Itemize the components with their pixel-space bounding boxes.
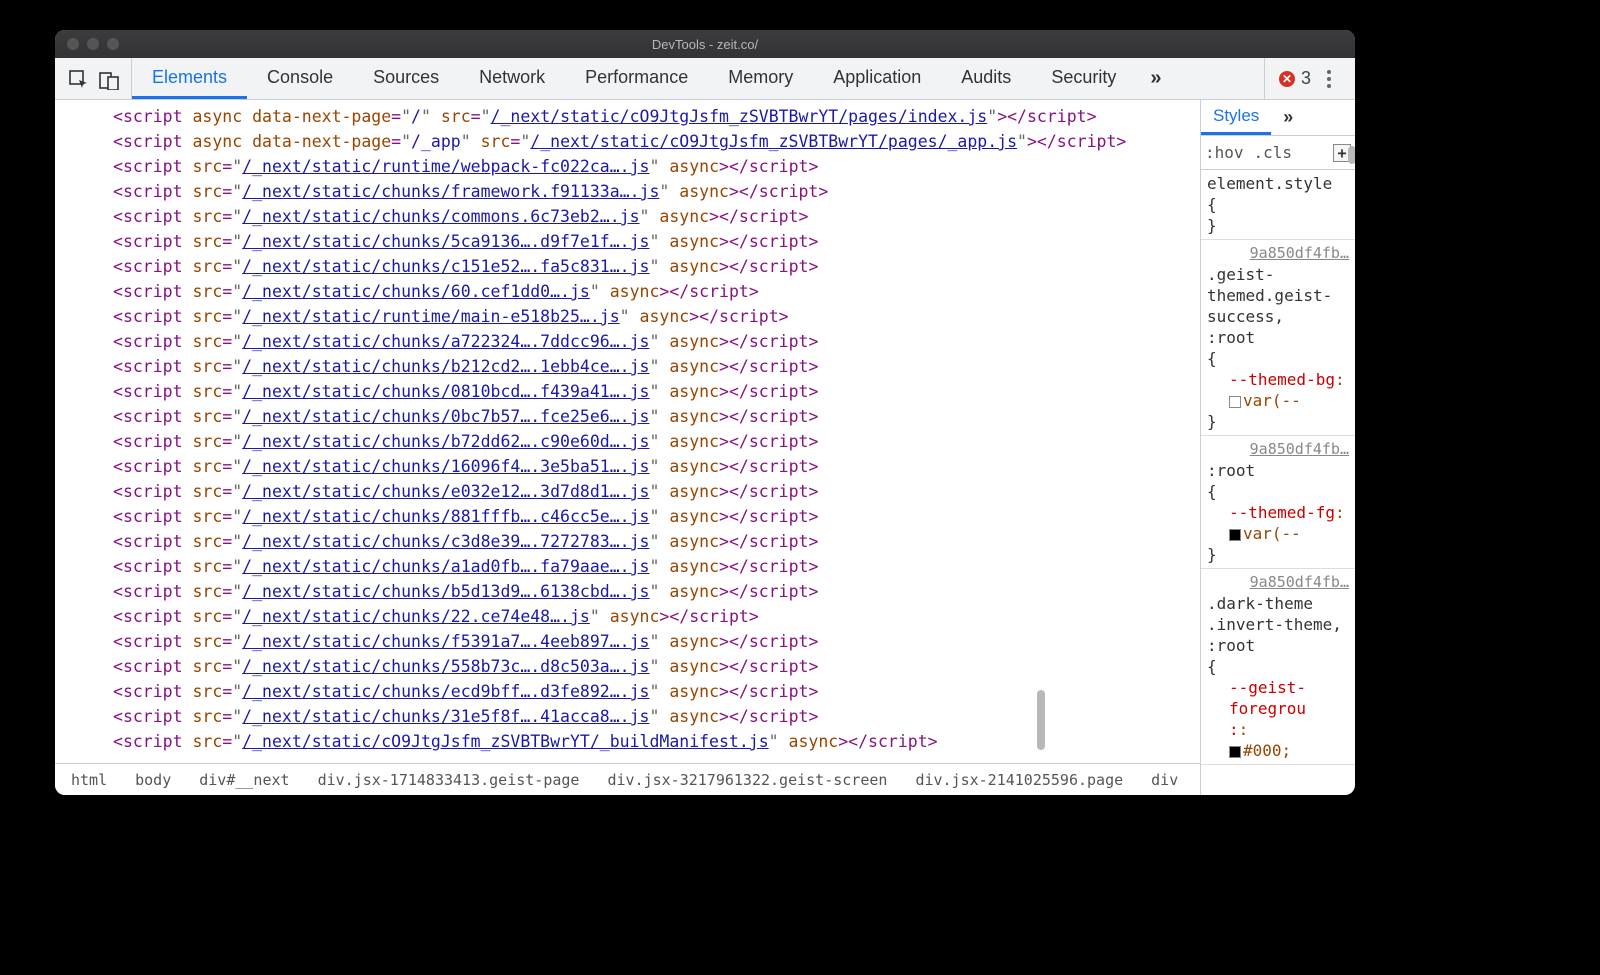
dom-node[interactable]: <script src="/_next/static/chunks/c151e5… — [63, 254, 1200, 279]
elements-panel: <script async data-next-page="/" src="/_… — [55, 100, 1200, 795]
tabs-overflow-icon[interactable]: » — [1136, 58, 1175, 99]
dom-node[interactable]: <script src="/_next/static/chunks/5ca913… — [63, 229, 1200, 254]
device-toolbar-icon[interactable] — [99, 70, 117, 88]
dom-node[interactable]: <script src="/_next/static/chunks/60.cef… — [63, 279, 1200, 304]
close-icon[interactable] — [67, 38, 79, 50]
dom-node[interactable]: <script src="/_next/static/chunks/b5d13d… — [63, 579, 1200, 604]
dom-node[interactable]: <script src="/_next/static/chunks/16096f… — [63, 454, 1200, 479]
scrollbar-thumb[interactable] — [1037, 690, 1045, 750]
minimize-icon[interactable] — [87, 38, 99, 50]
dom-node[interactable]: <script src="/_next/static/chunks/0810bc… — [63, 379, 1200, 404]
panel-tab-network[interactable]: Network — [459, 58, 565, 99]
dom-node[interactable]: <script src="/_next/static/chunks/b212cd… — [63, 354, 1200, 379]
window-titlebar: DevTools - zeit.co/ — [55, 30, 1355, 58]
breadcrumb-item[interactable]: div — [1137, 767, 1192, 793]
window-title: DevTools - zeit.co/ — [55, 37, 1355, 52]
stylesheet-source-link[interactable]: 9a850df4fb… — [1207, 439, 1349, 460]
dom-node[interactable]: <script src="/_next/static/runtime/webpa… — [63, 154, 1200, 179]
dom-node[interactable]: <script src="/_next/static/chunks/c3d8e3… — [63, 529, 1200, 554]
zoom-icon[interactable] — [107, 38, 119, 50]
dom-node[interactable]: <script async data-next-page="/_app" src… — [63, 129, 1200, 154]
dom-node[interactable]: <script src="/_next/static/chunks/b72dd6… — [63, 429, 1200, 454]
breadcrumb-item[interactable]: div#__next — [185, 767, 303, 793]
cls-toggle[interactable]: .cls — [1254, 143, 1293, 162]
panel-tab-application[interactable]: Application — [813, 58, 941, 99]
hov-toggle[interactable]: :hov — [1205, 143, 1244, 162]
style-rule[interactable]: 9a850df4fb…:root{--themed-fg:var(--} — [1201, 436, 1355, 569]
dom-node[interactable]: <script async data-next-page="/" src="/_… — [63, 104, 1200, 129]
dom-node[interactable]: <script src="/_next/static/chunks/31e5f8… — [63, 704, 1200, 729]
dom-node[interactable]: <script src="/_next/static/cO9JtgJsfm_zS… — [63, 729, 1200, 754]
panel-tab-performance[interactable]: Performance — [565, 58, 708, 99]
panel-tab-sources[interactable]: Sources — [353, 58, 459, 99]
scrollbar-thumb[interactable] — [1348, 146, 1355, 164]
breadcrumb-item[interactable]: html — [57, 767, 121, 793]
dom-node[interactable]: <script src="/_next/static/chunks/558b73… — [63, 654, 1200, 679]
error-count-badge[interactable]: ✕ 3 — [1279, 68, 1311, 89]
error-count: 3 — [1301, 68, 1311, 89]
panel-tab-console[interactable]: Console — [247, 58, 353, 99]
dom-node[interactable]: <script src="/_next/static/chunks/22.ce7… — [63, 604, 1200, 629]
inspect-element-icon[interactable] — [69, 70, 87, 88]
breadcrumb-item[interactable]: div.jsx-3217961322.geist-screen — [593, 767, 901, 793]
dom-node[interactable]: <script src="/_next/static/chunks/framew… — [63, 179, 1200, 204]
panel-tab-elements[interactable]: Elements — [132, 58, 247, 99]
panel-tab-audits[interactable]: Audits — [941, 58, 1031, 99]
styles-list[interactable]: element.style{}9a850df4fb….geist-themed.… — [1201, 170, 1355, 795]
styles-panel: Styles » :hov .cls + element.style{}9a85… — [1200, 100, 1355, 795]
style-rule[interactable]: 9a850df4fb….dark-theme .invert-theme,:ro… — [1201, 569, 1355, 765]
dom-node[interactable]: <script src="/_next/static/chunks/ecd9bf… — [63, 679, 1200, 704]
style-rule[interactable]: 9a850df4fb….geist-themed.geist-success,:… — [1201, 240, 1355, 436]
dom-node[interactable]: <script src="/_next/static/chunks/a1ad0f… — [63, 554, 1200, 579]
stylesheet-source-link[interactable]: 9a850df4fb… — [1207, 572, 1349, 593]
panel-tabs: ElementsConsoleSourcesNetworkPerformance… — [132, 58, 1136, 99]
breadcrumb-item[interactable]: div.jsx-2141025596.page — [901, 767, 1137, 793]
panel-tab-memory[interactable]: Memory — [708, 58, 813, 99]
style-rule[interactable]: element.style{} — [1201, 170, 1355, 240]
panel-tab-security[interactable]: Security — [1031, 58, 1136, 99]
window-controls[interactable] — [55, 38, 119, 50]
breadcrumb-item[interactable]: body — [121, 767, 185, 793]
dom-node[interactable]: <script src="/_next/static/chunks/f5391a… — [63, 629, 1200, 654]
stylesheet-source-link[interactable]: 9a850df4fb… — [1207, 243, 1349, 264]
breadcrumb-item[interactable]: div.jsx-1714833413.geist-page — [304, 767, 594, 793]
dom-node[interactable]: <script src="/_next/static/chunks/e032e1… — [63, 479, 1200, 504]
settings-menu-icon[interactable] — [1317, 70, 1341, 88]
styles-tabs-overflow-icon[interactable]: » — [1271, 100, 1305, 135]
devtools-toolbar: ElementsConsoleSourcesNetworkPerformance… — [55, 58, 1355, 100]
dom-node[interactable]: <script src="/_next/static/runtime/main-… — [63, 304, 1200, 329]
element-breadcrumb[interactable]: htmlbodydiv#__nextdiv.jsx-1714833413.gei… — [55, 763, 1200, 795]
devtools-body: <script async data-next-page="/" src="/_… — [55, 100, 1355, 795]
error-icon: ✕ — [1279, 71, 1295, 87]
dom-node[interactable]: <script src="/_next/static/chunks/881fff… — [63, 504, 1200, 529]
dom-node[interactable]: <script src="/_next/static/chunks/0bc7b5… — [63, 404, 1200, 429]
dom-node[interactable]: <script src="/_next/static/chunks/a72232… — [63, 329, 1200, 354]
dom-tree[interactable]: <script async data-next-page="/" src="/_… — [55, 100, 1200, 763]
devtools-window: DevTools - zeit.co/ ElementsConsoleSourc… — [55, 30, 1355, 795]
dom-node[interactable]: <script src="/_next/static/chunks/common… — [63, 204, 1200, 229]
styles-tab[interactable]: Styles — [1201, 100, 1271, 135]
